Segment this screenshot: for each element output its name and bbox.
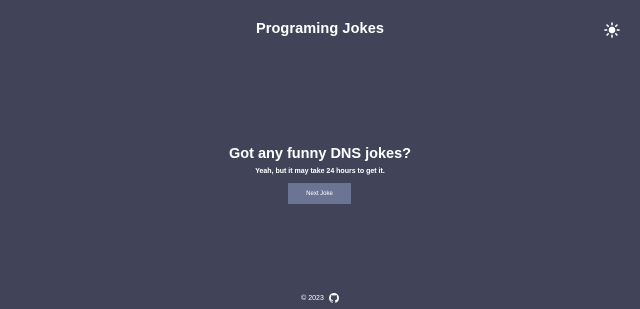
next-joke-button[interactable]: Next Joke [288,183,351,204]
page: Programing Jokes Got any funny DNS jokes… [0,0,640,309]
joke-card: Got any funny DNS jokes? Yeah, but it ma… [0,146,640,176]
copyright-text: © 2023 [301,294,324,302]
joke-setup: Got any funny DNS jokes? [228,146,412,162]
sun-icon[interactable] [604,22,620,38]
github-icon[interactable] [328,293,339,303]
joke-punchline: Yeah, but it may take 24 hours to get it… [255,168,385,175]
footer: © 2023 [0,293,640,303]
page-title: Programing Jokes [255,21,385,37]
